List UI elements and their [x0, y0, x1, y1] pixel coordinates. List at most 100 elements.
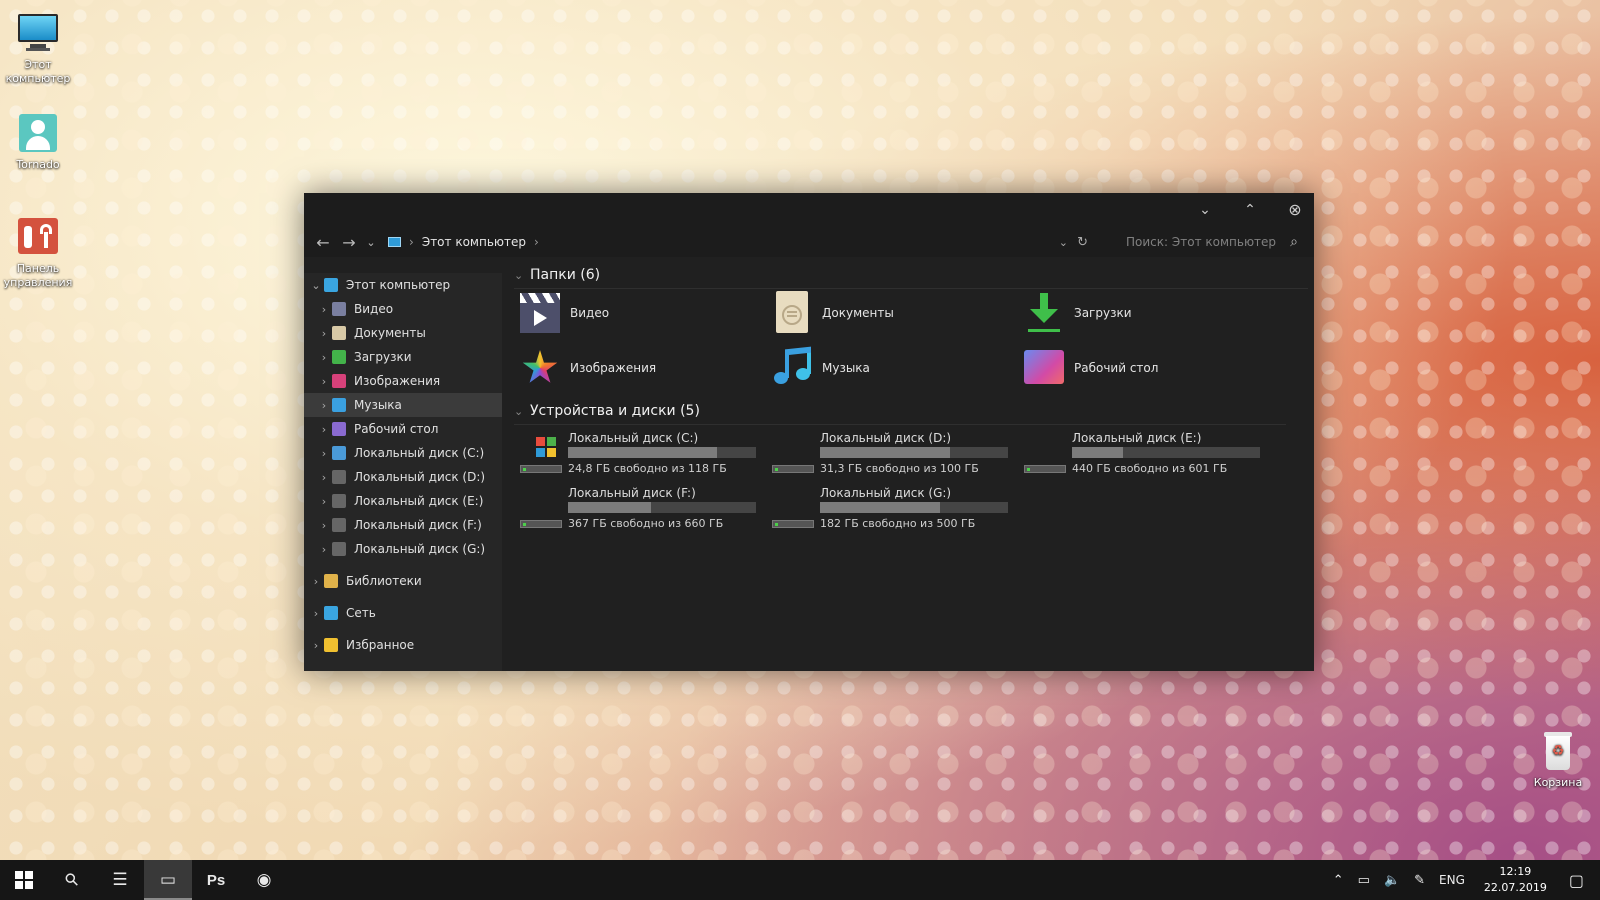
sidebar-item[interactable]: ⌄ Этот компьютер [304, 273, 502, 297]
breadcrumb-separator[interactable]: › [534, 235, 539, 249]
hard-drive-icon [770, 490, 814, 530]
sidebar-item-icon [332, 422, 346, 436]
chevron-right-icon[interactable]: › [308, 575, 324, 588]
chevron-right-icon[interactable]: › [316, 519, 332, 532]
network-icon[interactable]: ▭ [1351, 873, 1377, 888]
search-box[interactable]: Поиск: Этот компьютер ⌕ [1116, 231, 1306, 253]
sidebar-item[interactable]: › Локальный диск (D:) [304, 465, 502, 489]
drive-name: Локальный диск (C:) [568, 431, 699, 445]
forward-button[interactable]: → [336, 233, 362, 252]
chevron-right-icon[interactable]: › [316, 375, 332, 388]
content-pane: ⌄ Папки (6) Видео Документы Загрузки Изо… [502, 257, 1314, 671]
taskbar-chrome[interactable]: ◉ [240, 860, 288, 900]
sidebar-item[interactable]: › Локальный диск (C:) [304, 441, 502, 465]
show-hidden-icons-button[interactable]: ⌃ [1326, 873, 1351, 888]
sidebar-item[interactable]: › Сеть [304, 601, 502, 625]
desktop-icon-recycle-bin[interactable]: ♻ Корзина [1520, 730, 1596, 790]
task-view-button[interactable]: ☰ [96, 860, 144, 900]
chevron-right-icon[interactable]: › [316, 471, 332, 484]
sidebar-item[interactable]: › Локальный диск (F:) [304, 513, 502, 537]
sidebar-item[interactable]: › Локальный диск (E:) [304, 489, 502, 513]
title-bar[interactable]: ⌄ ⌃ ⊗ [304, 193, 1314, 227]
maximize-button[interactable]: ⌃ [1235, 197, 1265, 223]
chevron-right-icon[interactable]: › [316, 351, 332, 364]
search-icon[interactable]: ⌕ [1290, 234, 1298, 250]
chevron-right-icon[interactable]: › [316, 543, 332, 556]
drive-usage-fill [1072, 447, 1123, 458]
notifications-icon[interactable]: ▢ [1559, 871, 1600, 890]
back-button[interactable]: ← [310, 233, 336, 252]
start-button[interactable] [0, 860, 48, 900]
sidebar-item[interactable]: › Рабочий стол [304, 417, 502, 441]
chevron-right-icon[interactable]: › [316, 303, 332, 316]
pen-icon[interactable]: ✎ [1407, 873, 1432, 888]
chevron-right-icon[interactable]: › [316, 495, 332, 508]
desktop-icon-control-panel[interactable]: Панель управления [0, 216, 76, 290]
navigation-bar: ← → ⌄ › Этот компьютер › ⌄ ↻ Поиск: Этот… [304, 227, 1314, 257]
sidebar-item[interactable]: › Локальный диск (G:) [304, 537, 502, 561]
folder-video[interactable]: Видео [518, 291, 609, 335]
monitor-icon: ▭ [159, 870, 177, 890]
search-input[interactable]: Поиск: Этот компьютер [1126, 235, 1276, 249]
address-dropdown-icon[interactable]: ⌄ [1059, 236, 1068, 249]
system-tray: ⌃ ▭ 🔈 ✎ ENG 12:19 22.07.2019 ▢ [1326, 860, 1600, 900]
drive-f[interactable]: Локальный диск (F:) 367 ГБ свободно из 6… [518, 486, 768, 536]
sidebar-item[interactable]: › Избранное [304, 633, 502, 657]
desktop-icon-user[interactable]: Tornado [0, 112, 76, 172]
sidebar-item[interactable]: › Изображения [304, 369, 502, 393]
taskbar-photoshop[interactable]: Ps [192, 860, 240, 900]
chevron-right-icon[interactable]: › [316, 327, 332, 340]
volume-icon[interactable]: 🔈 [1377, 873, 1407, 888]
sidebar-item-label: Загрузки [354, 350, 412, 364]
drive-usage-fill [820, 447, 950, 458]
folders-group-header[interactable]: ⌄ Папки (6) [514, 263, 1314, 289]
chevron-right-icon[interactable]: › [316, 423, 332, 436]
drive-usage-fill [568, 502, 651, 513]
sidebar-item[interactable]: › Видео [304, 297, 502, 321]
drive-c[interactable]: Локальный диск (C:) 24,8 ГБ свободно из … [518, 431, 768, 481]
chevron-down-icon: ⌄ [514, 268, 524, 282]
drives-group-title: Устройства и диски (5) [530, 403, 700, 419]
sidebar-item[interactable]: › Загрузки [304, 345, 502, 369]
folder-music[interactable]: Музыка [770, 346, 870, 390]
breadcrumb-this-pc[interactable]: Этот компьютер [422, 235, 526, 249]
sidebar-item-label: Сеть [346, 606, 376, 620]
drive-free-space: 31,3 ГБ свободно из 100 ГБ [820, 462, 979, 475]
search-button[interactable]: ⚲ [48, 860, 96, 900]
sidebar-item-icon [332, 374, 346, 388]
sidebar-item[interactable]: › Документы [304, 321, 502, 345]
minimize-button[interactable]: ⌄ [1190, 197, 1220, 223]
drive-e[interactable]: Локальный диск (E:) 440 ГБ свободно из 6… [1022, 431, 1272, 481]
drive-free-space: 440 ГБ свободно из 601 ГБ [1072, 462, 1228, 475]
chevron-right-icon[interactable]: › [308, 607, 324, 620]
address-bar[interactable]: › Этот компьютер › ⌄ ↻ [388, 231, 1092, 253]
drives-group-header[interactable]: ⌄ Устройства и диски (5) [514, 399, 1292, 425]
recent-locations-button[interactable]: ⌄ [362, 236, 380, 249]
chevron-right-icon[interactable]: › [308, 639, 324, 652]
documents-folder-icon [770, 291, 814, 335]
chevron-right-icon[interactable]: › [316, 447, 332, 460]
folder-label: Изображения [570, 361, 657, 375]
sidebar-item-label: Локальный диск (G:) [354, 542, 486, 556]
folder-desktop[interactable]: Рабочий стол [1022, 346, 1158, 390]
drive-d[interactable]: Локальный диск (D:) 31,3 ГБ свободно из … [770, 431, 1020, 481]
folders-group-title: Папки (6) [530, 267, 601, 283]
hard-drive-icon [770, 435, 814, 475]
taskbar-explorer[interactable]: ▭ [144, 860, 192, 900]
sidebar-item[interactable]: › Библиотеки [304, 569, 502, 593]
sidebar-item-icon [332, 470, 346, 484]
chevron-right-icon[interactable]: › [316, 399, 332, 412]
language-indicator[interactable]: ENG [1432, 873, 1472, 887]
folder-documents[interactable]: Документы [770, 291, 894, 335]
folder-pictures[interactable]: Изображения [518, 346, 656, 390]
desktop-icon-this-pc[interactable]: Этот компьютер [0, 12, 76, 86]
drive-g[interactable]: Локальный диск (G:) 182 ГБ свободно из 5… [770, 486, 1020, 536]
clock[interactable]: 12:19 22.07.2019 [1472, 864, 1559, 896]
video-folder-icon [518, 291, 562, 335]
refresh-icon[interactable]: ↻ [1077, 235, 1088, 250]
search-icon: ⚲ [60, 868, 84, 892]
chevron-down-icon[interactable]: ⌄ [308, 279, 324, 292]
close-button[interactable]: ⊗ [1280, 197, 1310, 223]
folder-downloads[interactable]: Загрузки [1022, 291, 1132, 335]
sidebar-item[interactable]: › Музыка [304, 393, 502, 417]
